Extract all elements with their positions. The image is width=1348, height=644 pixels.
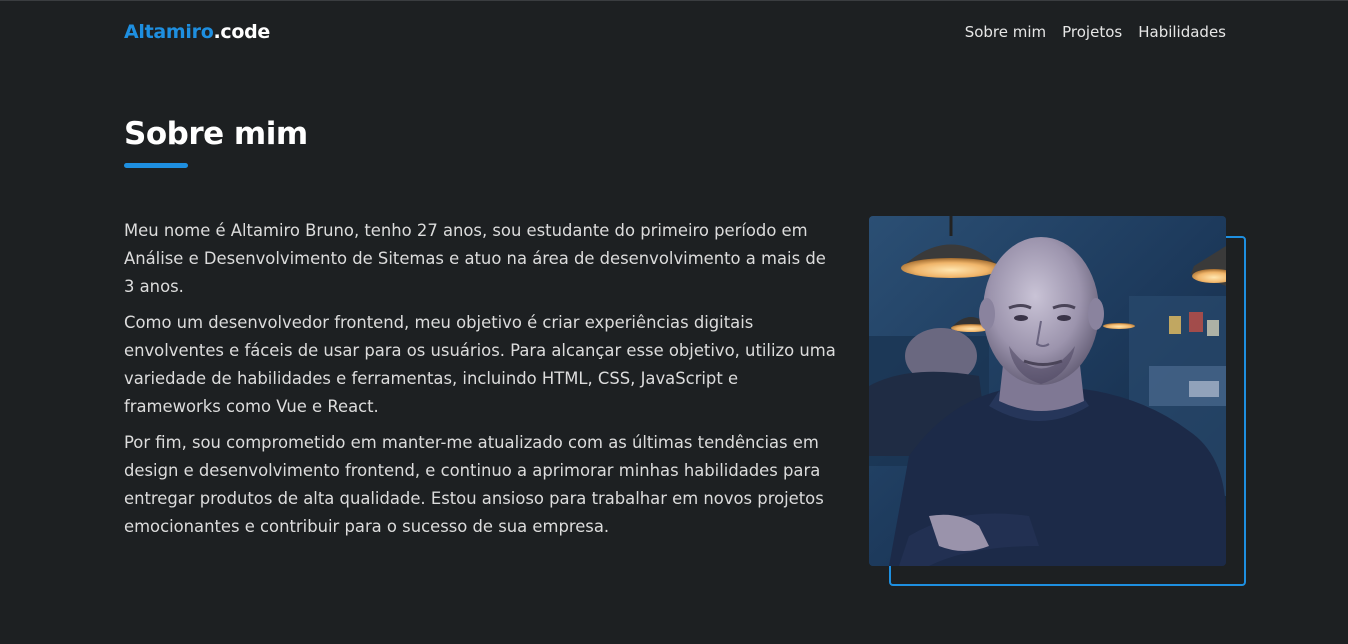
logo-name: Altamiro (124, 21, 214, 43)
nav-link-sobre-mim[interactable]: Sobre mim (965, 23, 1046, 41)
nav-link-projetos[interactable]: Projetos (1062, 23, 1122, 41)
site-logo[interactable]: Altamiro.code (124, 21, 270, 43)
top-navbar: Altamiro.code Sobre mim Projetos Habilid… (124, 1, 1226, 65)
profile-photo (869, 216, 1226, 566)
about-text: Meu nome é Altamiro Bruno, tenho 27 anos… (124, 217, 836, 549)
about-paragraph-2: Como um desenvolvedor frontend, meu obje… (124, 313, 836, 416)
about-paragraph-1: Meu nome é Altamiro Bruno, tenho 27 anos… (124, 221, 826, 296)
title-underline (124, 163, 188, 168)
logo-suffix: .code (213, 21, 270, 43)
nav-link-habilidades[interactable]: Habilidades (1138, 23, 1226, 41)
main-nav: Sobre mim Projetos Habilidades (965, 23, 1226, 41)
section-title: Sobre mim (124, 116, 308, 152)
about-paragraph-3: Por fim, sou comprometido em manter-me a… (124, 433, 824, 536)
